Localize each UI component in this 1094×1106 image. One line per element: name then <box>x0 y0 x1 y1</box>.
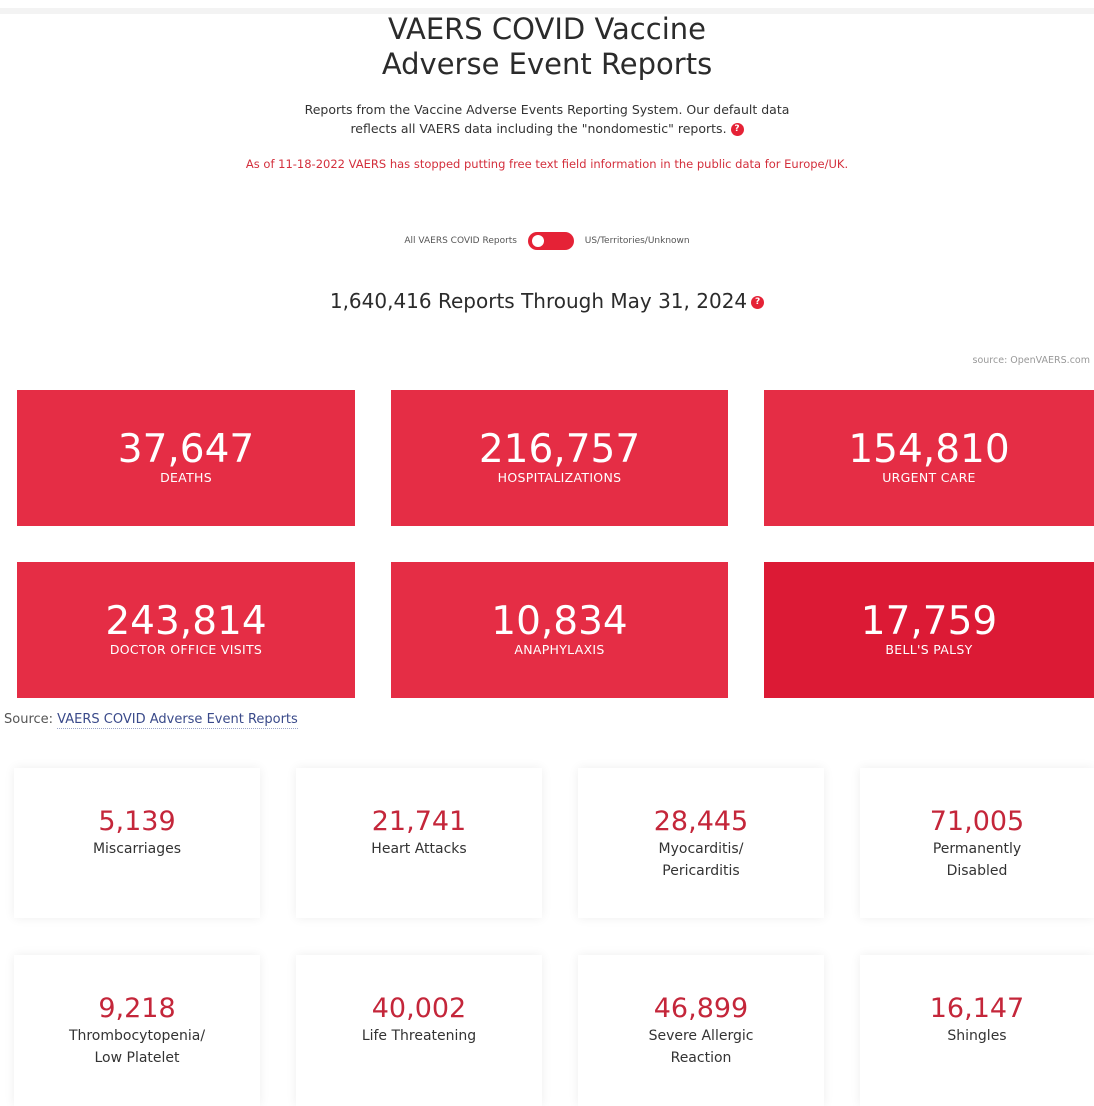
data-scope-toggle[interactable] <box>527 232 574 250</box>
data-scope-toggle-row: All VAERS COVID Reports US/Territories/U… <box>0 232 1094 250</box>
intro-line-2: reflects all VAERS data including the "n… <box>0 119 1094 138</box>
card-permanently-disabled: 71,005 Permanently Disabled <box>860 768 1094 918</box>
report-count-heading: 1,640,416 Reports Through May 31, 2024? <box>0 289 1094 313</box>
card-label: Thrombocytopenia/ Low Platelet <box>68 1028 206 1066</box>
toggle-right-label: US/Territories/Unknown <box>584 236 690 246</box>
source-attribution: source: OpenVAERS.com <box>972 355 1090 366</box>
card-myocarditis: 28,445 Myocarditis/ Pericarditis <box>578 768 824 918</box>
stat-label: HOSPITALIZATIONS <box>497 470 622 485</box>
stat-label: DEATHS <box>160 470 212 485</box>
stat-value: 216,757 <box>478 427 641 472</box>
source-line: Source: VAERS COVID Adverse Event Report… <box>4 712 298 729</box>
stat-label: DOCTOR OFFICE VISITS <box>109 642 263 657</box>
help-icon[interactable]: ? <box>730 123 744 136</box>
card-value: 40,002 <box>371 993 467 1024</box>
report-count-text: 1,640,416 Reports Through May 31, 2024 <box>329 289 748 313</box>
stat-tile-hospitalizations: 216,757 HOSPITALIZATIONS <box>391 390 728 526</box>
stat-value: 243,814 <box>105 599 267 644</box>
card-severe-allergic-reaction: 46,899 Severe Allergic Reaction <box>578 955 824 1106</box>
card-label: Severe Allergic Reaction <box>648 1028 754 1066</box>
intro-line-2-text: reflects all VAERS data including the "n… <box>350 121 727 136</box>
stat-tile-deaths: 37,647 DEATHS <box>17 390 355 526</box>
stat-value: 154,810 <box>848 427 1010 472</box>
stat-value: 17,759 <box>860 599 998 644</box>
stat-tile-anaphylaxis: 10,834 ANAPHYLAXIS <box>391 562 728 698</box>
card-life-threatening: 40,002 Life Threatening <box>296 955 542 1106</box>
intro-line-1: Reports from the Vaccine Adverse Events … <box>304 102 790 117</box>
europe-uk-warning: As of 11-18-2022 VAERS has stopped putti… <box>245 157 849 171</box>
intro-text: Reports from the Vaccine Adverse Events … <box>0 100 1094 138</box>
card-shingles: 16,147 Shingles <box>860 955 1094 1106</box>
page-title: VAERS COVID Vaccine Adverse Event Report… <box>0 12 1094 82</box>
card-label: Shingles <box>947 1028 1007 1044</box>
help-icon[interactable]: ? <box>751 296 765 309</box>
card-value: 21,741 <box>371 806 467 837</box>
source-link[interactable]: VAERS COVID Adverse Event Reports <box>57 712 298 729</box>
stat-value: 37,647 <box>117 427 255 472</box>
card-label: Myocarditis/ Pericarditis <box>658 841 744 879</box>
card-label: Life Threatening <box>361 1028 477 1044</box>
stat-label: ANAPHYLAXIS <box>514 642 605 657</box>
stat-tile-urgent-care: 154,810 URGENT CARE <box>764 390 1094 526</box>
stat-tile-doctor-office-visits: 243,814 DOCTOR OFFICE VISITS <box>17 562 355 698</box>
toggle-left-label: All VAERS COVID Reports <box>404 236 517 246</box>
card-label: Heart Attacks <box>371 841 467 857</box>
card-label: Miscarriages <box>92 841 182 857</box>
card-value: 16,147 <box>929 993 1025 1024</box>
card-miscarriages: 5,139 Miscarriages <box>14 768 260 918</box>
card-heart-attacks: 21,741 Heart Attacks <box>296 768 542 918</box>
source-prefix: Source: <box>4 712 54 727</box>
stat-label: BELL'S PALSY <box>885 642 973 657</box>
page-title-line-1: VAERS COVID Vaccine <box>388 12 706 46</box>
stat-tile-bells-palsy: 17,759 BELL'S PALSY <box>764 562 1094 698</box>
card-value: 5,139 <box>98 806 176 837</box>
card-value: 28,445 <box>653 806 749 837</box>
stat-label: URGENT CARE <box>882 470 976 485</box>
toggle-knob <box>531 235 544 247</box>
card-label: Permanently Disabled <box>932 841 1022 879</box>
card-thrombocytopenia: 9,218 Thrombocytopenia/ Low Platelet <box>14 955 260 1106</box>
page-title-line-2: Adverse Event Reports <box>381 47 713 81</box>
stat-value: 10,834 <box>491 599 628 644</box>
card-value: 9,218 <box>98 993 176 1024</box>
card-value: 46,899 <box>653 993 749 1024</box>
card-value: 71,005 <box>929 806 1025 837</box>
